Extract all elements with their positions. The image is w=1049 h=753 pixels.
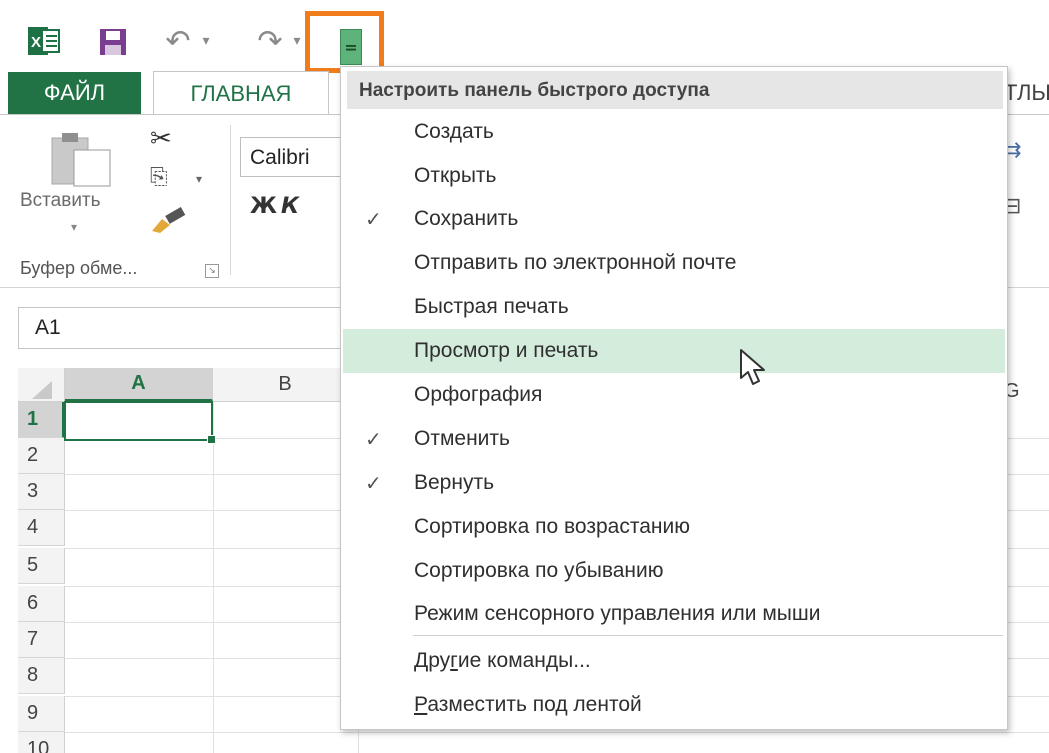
selected-cell-a1[interactable] bbox=[64, 401, 213, 441]
save-icon[interactable] bbox=[98, 27, 128, 57]
tab-file[interactable]: ФАЙЛ bbox=[8, 72, 141, 114]
row-header-8[interactable]: 8 bbox=[18, 658, 65, 694]
menu-item-label: Режим сенсорного управления или мыши bbox=[414, 602, 821, 625]
menu-item-quick-print[interactable]: Быстрая печать bbox=[343, 285, 1005, 329]
column-header-a[interactable]: A bbox=[65, 368, 213, 402]
menu-item-label: Отправить по электронной почте bbox=[414, 251, 737, 274]
redo-icon[interactable]: ↷ bbox=[252, 24, 288, 59]
menu-item-label: Сортировка по возрастанию bbox=[414, 515, 690, 538]
row-header-4[interactable]: 4 bbox=[18, 510, 65, 546]
menu-item-label: Открыть bbox=[414, 164, 497, 187]
menu-item-open[interactable]: Открыть bbox=[343, 154, 1005, 198]
row-header-5[interactable]: 5 bbox=[18, 548, 65, 584]
checkmark-icon: ✓ bbox=[365, 209, 382, 231]
font-name-input[interactable]: Calibri bbox=[240, 137, 350, 177]
undo-icon[interactable]: ↶ bbox=[160, 24, 196, 59]
menu-item-label: Вернуть bbox=[414, 471, 495, 494]
menu-header: Настроить панель быстрого доступа bbox=[347, 71, 1003, 109]
checkmark-icon: ✓ bbox=[365, 429, 382, 451]
customize-qat-menu: Настроить панель быстрого доступа Создат… bbox=[340, 66, 1008, 730]
menu-item-label: Сортировка по убыванию bbox=[414, 559, 664, 582]
copy-dropdown-icon[interactable]: ▾ bbox=[196, 172, 202, 186]
row-header-7[interactable]: 7 bbox=[18, 622, 65, 658]
format-painter-icon[interactable] bbox=[148, 205, 188, 235]
paste-dropdown-icon[interactable]: ▾ bbox=[71, 220, 77, 234]
menu-item-label: Сохранить bbox=[414, 207, 519, 230]
quick-access-toolbar: X ↶ ▾ ↷ ▾ = bbox=[0, 0, 1049, 73]
grid-line bbox=[213, 402, 214, 753]
column-header-b[interactable]: B bbox=[213, 368, 358, 402]
bold-button[interactable]: Ж bbox=[250, 194, 277, 219]
italic-button[interactable]: К bbox=[281, 194, 299, 219]
menu-item-redo[interactable]: ✓ Вернуть bbox=[343, 461, 1005, 505]
tab-partial-right[interactable]: ТЛЫ bbox=[1004, 80, 1049, 106]
menu-item-touch-mode[interactable]: Режим сенсорного управления или мыши bbox=[343, 592, 1005, 636]
name-box[interactable]: A1 bbox=[18, 307, 348, 349]
row-header-3[interactable]: 3 bbox=[18, 474, 65, 510]
paste-button[interactable]: Вставить bbox=[20, 190, 101, 212]
group-divider bbox=[230, 125, 231, 275]
menu-item-show-below-ribbon[interactable]: Разместить под лентой bbox=[343, 683, 1005, 727]
redo-dropdown-icon[interactable]: ▾ bbox=[290, 30, 304, 52]
row-header-6[interactable]: 6 bbox=[18, 586, 65, 622]
tab-home[interactable]: ГЛАВНАЯ bbox=[153, 71, 329, 115]
row-header-2[interactable]: 2 bbox=[18, 438, 65, 474]
menu-item-spelling[interactable]: Орфография bbox=[343, 373, 1005, 417]
menu-item-save[interactable]: ✓ Сохранить bbox=[343, 197, 1005, 241]
select-all-triangle-icon bbox=[32, 381, 52, 399]
row-header-10[interactable]: 10 bbox=[18, 732, 65, 753]
menu-item-email[interactable]: Отправить по электронной почте bbox=[343, 241, 1005, 285]
excel-logo-icon: X bbox=[28, 26, 60, 56]
mouse-pointer-icon bbox=[738, 348, 772, 388]
dialog-launcher-icon[interactable]: ↘ bbox=[205, 264, 219, 278]
menu-item-print-preview[interactable]: Просмотр и печать bbox=[343, 329, 1005, 373]
menu-item-label: Просмотр и печать bbox=[414, 339, 599, 362]
svg-text:X: X bbox=[31, 34, 41, 51]
copy-icon[interactable]: ⎘ bbox=[150, 165, 184, 193]
menu-item-label: Разместить под лентой bbox=[414, 693, 642, 716]
scissors-icon[interactable]: ✂ bbox=[150, 124, 184, 154]
menu-separator bbox=[413, 635, 1003, 636]
menu-item-sort-descending[interactable]: Сортировка по убыванию bbox=[343, 549, 1005, 593]
menu-item-label: Отменить bbox=[414, 427, 510, 450]
menu-item-undo[interactable]: ✓ Отменить bbox=[343, 417, 1005, 461]
menu-item-more-commands[interactable]: Другие команды... bbox=[343, 639, 1005, 683]
menu-item-new[interactable]: Создать bbox=[343, 110, 1005, 154]
menu-item-label: Другие команды... bbox=[414, 649, 591, 672]
paste-icon[interactable] bbox=[48, 130, 114, 188]
menu-item-label: Быстрая печать bbox=[414, 295, 569, 318]
row-header-1[interactable]: 1 bbox=[18, 402, 65, 438]
customize-qat-button[interactable]: = bbox=[305, 11, 384, 73]
customize-qat-icon: = bbox=[340, 29, 362, 65]
undo-dropdown-icon[interactable]: ▾ bbox=[199, 30, 213, 52]
menu-item-sort-ascending[interactable]: Сортировка по возрастанию bbox=[343, 505, 1005, 549]
row-header-9[interactable]: 9 bbox=[18, 696, 65, 732]
checkmark-icon: ✓ bbox=[365, 473, 382, 495]
fill-handle[interactable] bbox=[207, 435, 216, 444]
menu-item-label: Создать bbox=[414, 120, 494, 143]
clipboard-group-label: Буфер обме... bbox=[20, 258, 138, 278]
menu-item-label: Орфография bbox=[414, 383, 543, 406]
